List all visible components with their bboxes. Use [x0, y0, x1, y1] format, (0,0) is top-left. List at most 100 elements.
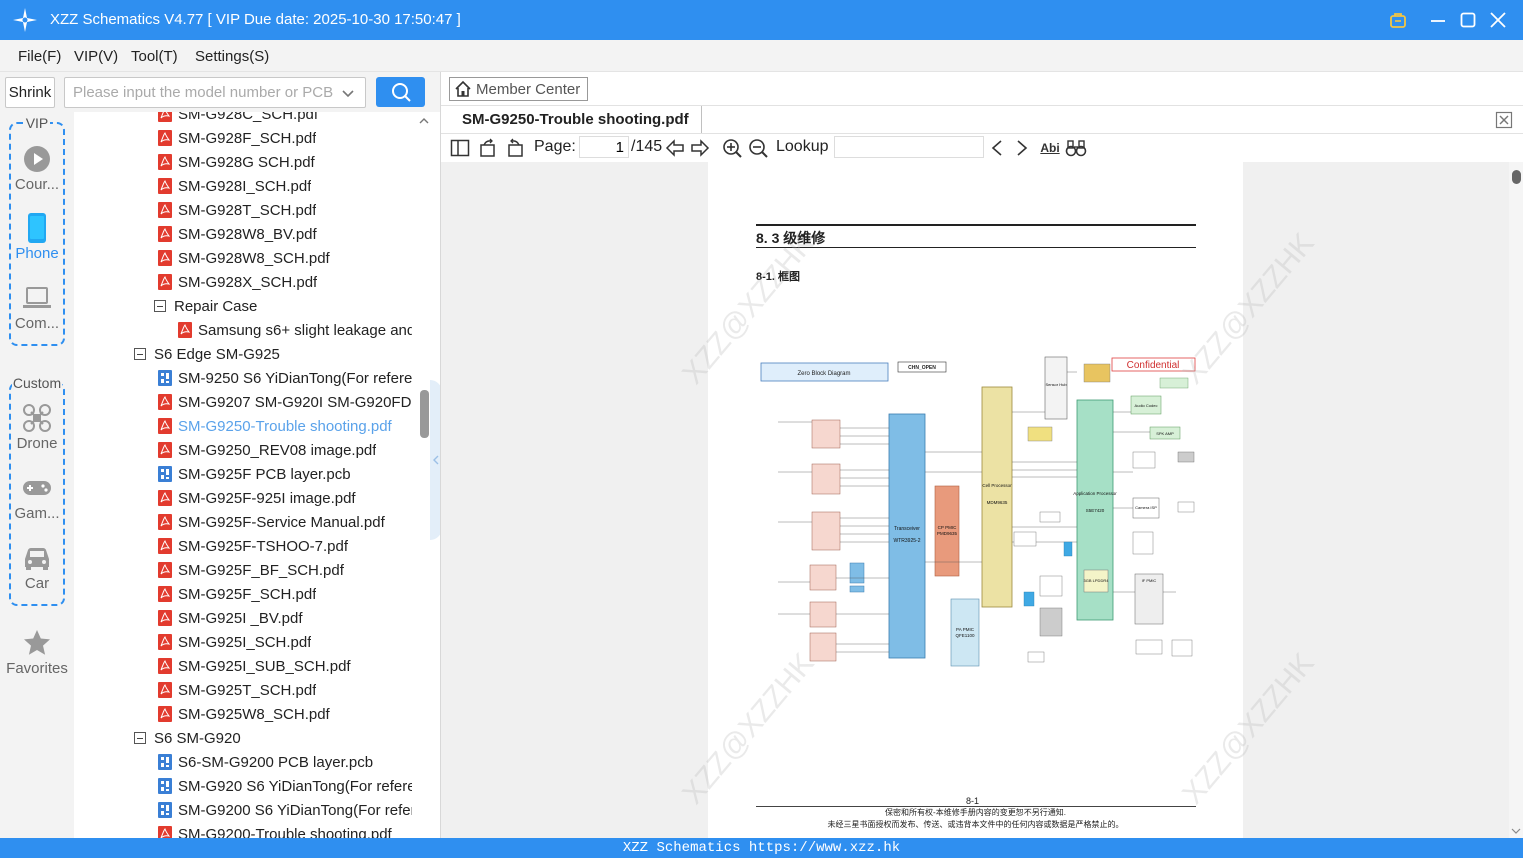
tree-file[interactable]: SM-G920 S6 YiDianTong(For refere	[158, 774, 412, 798]
tree-file[interactable]: SM-G928I_SCH.pdf	[158, 174, 311, 198]
member-center-button[interactable]: Member Center	[449, 77, 588, 101]
tree-file[interactable]: SM-G925I_SCH.pdf	[158, 630, 311, 654]
tree-file[interactable]: SM-9250 S6 YiDianTong(For refere	[158, 366, 412, 390]
collapse-toggle-icon[interactable]	[134, 732, 146, 744]
rail-item-courses[interactable]: Cour...	[0, 144, 74, 193]
rail-item-computer[interactable]: Com...	[0, 283, 74, 332]
rail-item-phone[interactable]: Phone	[0, 213, 74, 262]
close-tab-icon[interactable]	[1495, 111, 1513, 129]
tree-folder[interactable]: S6 SM-G920	[134, 726, 241, 750]
tree-file[interactable]: S6-SM-G9200 PCB layer.pcb	[158, 750, 373, 774]
previous-page-icon[interactable]	[664, 137, 686, 159]
viewer-scrollbar[interactable]	[1509, 162, 1523, 838]
tree-file[interactable]: SM-G925F PCB layer.pcb	[158, 462, 351, 486]
pcb-file-icon	[158, 778, 172, 794]
menu-vip[interactable]: VIP(V)	[74, 48, 118, 65]
tree-file[interactable]: SM-G925I _BV.pdf	[158, 606, 303, 630]
pdf-viewer[interactable]: 8. 3 级维修 8-1. 框图 Zero Block Diagram CHN_…	[441, 162, 1509, 838]
tree-file[interactable]: SM-G925F_BF_SCH.pdf	[158, 558, 344, 582]
tree-file[interactable]: SM-G925W8_SCH.pdf	[158, 702, 330, 726]
viewer-toolbar: Page: /145 Lookup Abi	[441, 134, 1523, 162]
tree-file[interactable]: SM-G928W8_SCH.pdf	[158, 246, 330, 270]
tree-folder[interactable]: Repair Case	[154, 294, 257, 318]
tree-file[interactable]: SM-G928G SCH.pdf	[158, 150, 315, 174]
confidential-label: Confidential	[1127, 360, 1180, 371]
close-icon[interactable]	[1486, 8, 1510, 32]
pdf-file-icon	[158, 154, 172, 170]
pdf-file-icon	[158, 490, 172, 506]
scroll-down-icon[interactable]	[1509, 826, 1523, 836]
tree-file[interactable]: SM-G925F-Service Manual.pdf	[158, 510, 385, 534]
tree-file[interactable]: SM-G9250_REV08 image.pdf	[158, 438, 376, 462]
chn-label: CHN_OPEN	[908, 365, 936, 371]
rotate-left-icon[interactable]	[477, 137, 499, 159]
app-logo-icon	[13, 8, 37, 32]
tree-file[interactable]: SM-G925I_SUB_SCH.pdf	[158, 654, 351, 678]
rail-item-game[interactable]: Gam...	[0, 473, 74, 522]
shrink-button[interactable]: Shrink	[5, 77, 55, 108]
find-next-icon[interactable]	[1013, 137, 1031, 159]
sidebar-toggle-icon[interactable]	[449, 137, 471, 159]
scroll-up-icon[interactable]	[418, 115, 430, 127]
pdf-file-icon	[158, 130, 172, 146]
tree-file[interactable]: SM-G928F_SCH.pdf	[158, 126, 316, 150]
pcb-file-icon	[158, 370, 172, 386]
tree-file[interactable]: SM-G925T_SCH.pdf	[158, 678, 316, 702]
tree-file[interactable]: SM-G9200 S6 YiDianTong(For refer	[158, 798, 412, 822]
tab-document[interactable]: SM-G9250-Trouble shooting.pdf	[450, 106, 702, 133]
pdf-file-icon	[158, 202, 172, 218]
collapse-toggle-icon[interactable]	[154, 300, 166, 312]
tree-file[interactable]: SM-G9250-Trouble shooting.pdf	[158, 414, 392, 438]
tree-file[interactable]: SM-G9200-Trouble shooting.pdf	[158, 822, 392, 838]
rail-item-favorites[interactable]: Favorites	[0, 628, 74, 677]
text-search-icon[interactable]: Abi	[1039, 137, 1061, 159]
tree-item-label: SM-G928W8_BV.pdf	[178, 225, 317, 243]
tree-file[interactable]: SM-G928T_SCH.pdf	[158, 198, 316, 222]
search-input[interactable]	[65, 78, 335, 107]
lookup-input[interactable]	[834, 136, 984, 158]
tree-file[interactable]: SM-G928W8_BV.pdf	[158, 222, 317, 246]
tree-file[interactable]: SM-G925F_SCH.pdf	[158, 582, 316, 606]
ram-label: 3GB LPDDR4	[1084, 578, 1110, 583]
tree-file[interactable]: SM-G928C_SCH.pdf	[158, 112, 318, 126]
menu-file[interactable]: File(F)	[18, 48, 61, 65]
tree-scrollbar[interactable]	[418, 112, 430, 838]
tree-file[interactable]: SM-G925F-TSHOO-7.pdf	[158, 534, 348, 558]
menu-settings[interactable]: Settings(S)	[195, 48, 269, 65]
rail-item-car[interactable]: Car	[0, 543, 74, 592]
find-previous-icon[interactable]	[988, 137, 1006, 159]
tree-file[interactable]: SM-G928X_SCH.pdf	[158, 270, 317, 294]
minimize-icon[interactable]	[1426, 8, 1450, 32]
tree-item-label: Samsung s6+ slight leakage and	[198, 321, 412, 339]
vip-bag-icon[interactable]	[1386, 8, 1410, 32]
rail-item-drone[interactable]: Drone	[0, 403, 74, 452]
binoculars-icon[interactable]	[1065, 137, 1087, 159]
menu-tool[interactable]: Tool(T)	[131, 48, 178, 65]
collapse-toggle-icon[interactable]	[134, 348, 146, 360]
tree-file[interactable]: SM-G925F-925I image.pdf	[158, 486, 356, 510]
tab-document-label: SM-G9250-Trouble shooting.pdf	[462, 111, 689, 128]
tree-item-label: SM-G928G SCH.pdf	[178, 153, 315, 171]
model-search-combobox[interactable]	[64, 77, 366, 108]
zoom-out-icon[interactable]	[747, 137, 769, 159]
rotate-right-icon[interactable]	[504, 137, 526, 159]
tree-folder[interactable]: S6 Edge SM-G925	[134, 342, 280, 366]
tree-item-label: SM-G9200 S6 YiDianTong(For refer	[178, 801, 412, 819]
page-number-input[interactable]	[579, 136, 629, 158]
chevron-down-icon[interactable]	[341, 86, 355, 100]
zoom-in-icon[interactable]	[721, 137, 743, 159]
ap-part: S5E7420	[1086, 508, 1105, 513]
spk-amp-label: SPK AMP	[1156, 431, 1174, 436]
tree-file[interactable]: SM-G9207 SM-G920I SM-G920FD i	[158, 390, 412, 414]
search-button[interactable]	[376, 77, 425, 107]
tree-scroll-thumb[interactable]	[420, 390, 429, 438]
tree-file[interactable]: Samsung s6+ slight leakage and	[178, 318, 412, 342]
viewer-scroll-thumb[interactable]	[1512, 170, 1521, 184]
rail-item-label: Phone	[15, 245, 59, 262]
next-page-icon[interactable]	[689, 137, 711, 159]
tree-item-label: SM-G928W8_SCH.pdf	[178, 249, 330, 267]
tree-item-label: SM-G925F_SCH.pdf	[178, 585, 317, 603]
tree-item-label: SM-G925I_SUB_SCH.pdf	[178, 657, 351, 675]
maximize-icon[interactable]	[1456, 8, 1480, 32]
search-row: Shrink	[0, 72, 440, 112]
